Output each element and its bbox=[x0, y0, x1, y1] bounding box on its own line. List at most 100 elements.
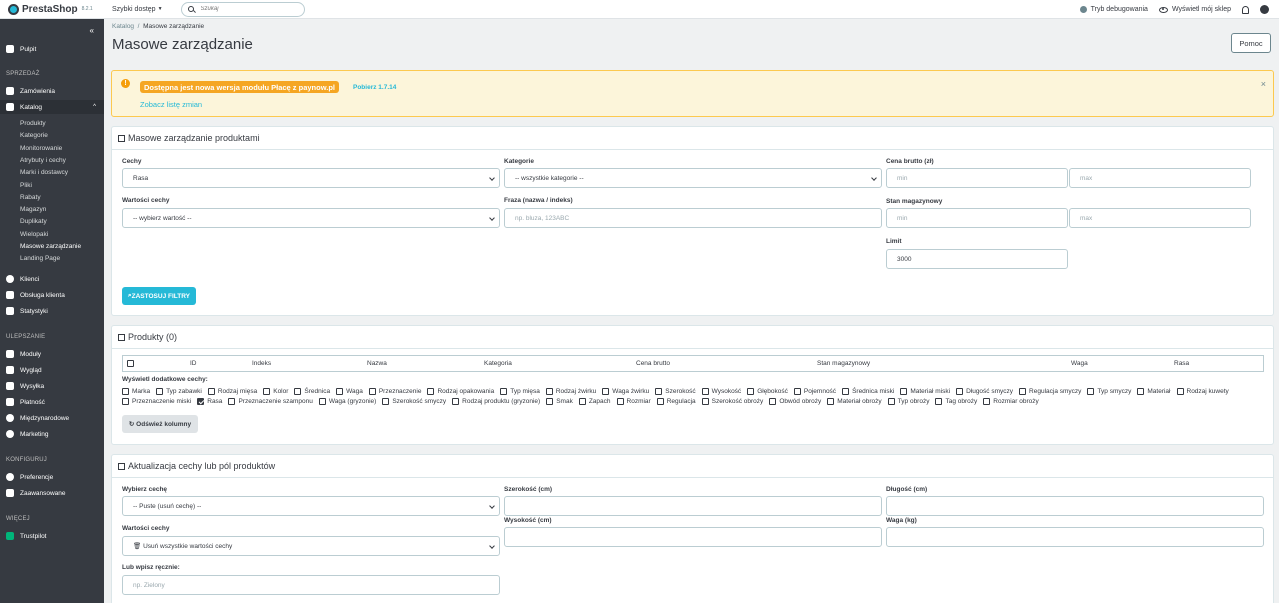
extra-feature-option[interactable]: Rozmiar obroży bbox=[983, 398, 1039, 405]
feature-checkbox[interactable] bbox=[452, 398, 460, 405]
feature-checkbox[interactable] bbox=[935, 398, 943, 405]
extra-feature-option[interactable]: Przeznaczenie miski bbox=[122, 398, 191, 405]
sidebar-subitem[interactable]: Monitorowanie bbox=[20, 145, 62, 152]
feature-checkbox[interactable] bbox=[368, 388, 376, 395]
sidebar-item-preferences[interactable]: Preferencje bbox=[0, 470, 104, 484]
feature-checkbox[interactable] bbox=[197, 398, 205, 405]
extra-feature-option[interactable]: Kolor bbox=[263, 388, 288, 395]
sidebar-subitem[interactable]: Magazyn bbox=[20, 206, 46, 213]
sidebar-subitem[interactable]: Marki i dostawcy bbox=[20, 169, 68, 176]
search-box[interactable] bbox=[180, 1, 305, 17]
feature-checkbox[interactable] bbox=[827, 398, 835, 405]
extra-feature-option[interactable]: Rasa bbox=[197, 398, 222, 405]
column-stock[interactable]: Stan magazynowy bbox=[817, 360, 870, 367]
feature-checkbox[interactable] bbox=[207, 388, 215, 395]
feature-checkbox[interactable] bbox=[318, 398, 326, 405]
column-breed[interactable]: Rasa bbox=[1174, 360, 1189, 367]
sidebar-item-marketing[interactable]: Marketing bbox=[0, 427, 104, 441]
feature-checkbox[interactable] bbox=[793, 388, 801, 395]
extra-feature-option[interactable]: Rozmiar bbox=[616, 398, 651, 405]
sidebar-item-dashboard[interactable]: Pulpit bbox=[0, 42, 104, 56]
debug-mode-link[interactable]: Tryb debugowania bbox=[1079, 6, 1148, 13]
extra-feature-option[interactable]: Waga (gryzonie) bbox=[318, 398, 376, 405]
sidebar-item-orders[interactable]: Zamówienia bbox=[0, 84, 104, 98]
extra-feature-option[interactable]: Waga żwirku bbox=[602, 388, 649, 395]
extra-feature-option[interactable]: Materiał bbox=[1137, 388, 1171, 395]
refresh-columns-button[interactable]: ↻ Odśwież kolumny bbox=[122, 415, 198, 433]
feature-checkbox[interactable] bbox=[228, 398, 236, 405]
sidebar-item-international[interactable]: Międzynarodowe bbox=[0, 411, 104, 425]
sidebar-item-stats[interactable]: Statystyki bbox=[0, 304, 104, 318]
extra-feature-option[interactable]: Przeznaczenie bbox=[368, 388, 421, 395]
feature-checkbox[interactable] bbox=[122, 398, 129, 405]
extra-feature-option[interactable]: Szerokość smyczy bbox=[382, 398, 446, 405]
width-input[interactable] bbox=[504, 496, 882, 516]
price-min-input[interactable]: min bbox=[886, 168, 1068, 188]
feature-checkbox[interactable] bbox=[546, 398, 554, 405]
feature-checkbox[interactable] bbox=[263, 388, 271, 395]
feature-checkbox[interactable] bbox=[156, 388, 164, 395]
stock-max-input[interactable]: max bbox=[1069, 208, 1251, 228]
extra-feature-option[interactable]: Rodzaj produktu (gryzonie) bbox=[452, 398, 540, 405]
extra-feature-option[interactable]: Pojemność bbox=[793, 388, 836, 395]
sidebar-item-trustpilot[interactable]: Trustpilot bbox=[0, 529, 104, 543]
category-select[interactable]: -- wszystkie kategorie -- bbox=[504, 168, 882, 188]
extra-feature-option[interactable]: Typ smyczy bbox=[1087, 388, 1131, 395]
notifications-bell-icon[interactable] bbox=[1242, 5, 1249, 14]
sidebar-item-design[interactable]: Wygląd bbox=[0, 363, 104, 377]
choose-feature-select[interactable]: -- Puste (usuń cechę) -- bbox=[122, 496, 500, 516]
sidebar-item-catalog[interactable]: Katalog ^ bbox=[0, 100, 104, 114]
extra-feature-option[interactable]: Regulacja bbox=[656, 398, 696, 405]
extra-feature-option[interactable]: Typ mięsa bbox=[500, 388, 540, 395]
extra-feature-option[interactable]: Marka bbox=[122, 388, 150, 395]
feature-checkbox[interactable] bbox=[769, 398, 777, 405]
sidebar-subitem[interactable]: Pliki bbox=[20, 182, 32, 189]
feature-checkbox[interactable] bbox=[578, 398, 586, 405]
feature-checkbox[interactable] bbox=[842, 388, 850, 395]
extra-feature-option[interactable]: Waga bbox=[336, 388, 363, 395]
download-link[interactable]: Pobierz 1.7.14 bbox=[353, 84, 396, 91]
feature-checkbox[interactable] bbox=[887, 398, 895, 405]
extra-feature-option[interactable]: Szerokość obroży bbox=[701, 398, 763, 405]
changelog-link[interactable]: Zobacz listę zmian bbox=[140, 100, 202, 109]
sidebar-item-clients[interactable]: Klienci bbox=[0, 272, 104, 286]
extra-feature-option[interactable]: Wysokość bbox=[701, 388, 741, 395]
feature-checkbox[interactable] bbox=[701, 388, 709, 395]
feature-checkbox[interactable] bbox=[294, 388, 302, 395]
feature-checkbox[interactable] bbox=[602, 388, 610, 395]
column-name[interactable]: Nazwa bbox=[367, 360, 387, 367]
sidebar-subitem[interactable]: Rabaty bbox=[20, 194, 41, 201]
limit-input[interactable]: 3000 bbox=[886, 249, 1068, 269]
extra-feature-option[interactable]: Typ obroży bbox=[887, 398, 929, 405]
column-price[interactable]: Cena brutto bbox=[636, 360, 670, 367]
extra-feature-option[interactable]: Smak bbox=[546, 398, 573, 405]
column-index[interactable]: Indeks bbox=[252, 360, 271, 367]
height-input[interactable] bbox=[504, 527, 882, 547]
feature-checkbox[interactable] bbox=[956, 388, 964, 395]
extra-feature-option[interactable]: Rodzaj żwirku bbox=[545, 388, 596, 395]
feature-checkbox[interactable] bbox=[701, 398, 709, 405]
extra-feature-option[interactable]: Zapach bbox=[578, 398, 611, 405]
feature-checkbox[interactable] bbox=[900, 388, 908, 395]
sidebar-subitem[interactable]: Produkty bbox=[20, 120, 46, 127]
feature-checkbox[interactable] bbox=[747, 388, 755, 395]
sidebar-subitem[interactable]: Kategorie bbox=[20, 132, 48, 139]
apply-filters-button[interactable]: ⌕ ZASTOSUJ FILTRY bbox=[122, 287, 196, 305]
column-id[interactable]: ID bbox=[190, 360, 197, 367]
extra-feature-option[interactable]: Średnica miski bbox=[842, 388, 894, 395]
column-category[interactable]: Kategoria bbox=[484, 360, 512, 367]
extra-feature-option[interactable]: Obwód obroży bbox=[769, 398, 821, 405]
user-account-icon[interactable] bbox=[1260, 5, 1269, 14]
logo[interactable]: PrestaShop 8.2.1 bbox=[8, 3, 108, 15]
feature-checkbox[interactable] bbox=[427, 388, 435, 395]
feature-checkbox[interactable] bbox=[1137, 388, 1145, 395]
help-button[interactable]: Pomoc bbox=[1231, 33, 1271, 53]
extra-feature-option[interactable]: Typ zabawki bbox=[156, 388, 202, 395]
feature-checkbox[interactable] bbox=[656, 398, 664, 405]
quick-access-dropdown[interactable]: Szybki dostęp ▼ bbox=[112, 6, 163, 13]
feature-checkbox[interactable] bbox=[1087, 388, 1095, 395]
feature-checkbox[interactable] bbox=[545, 388, 553, 395]
feature-checkbox[interactable] bbox=[1176, 388, 1184, 395]
stock-min-input[interactable]: min bbox=[886, 208, 1068, 228]
extra-feature-option[interactable]: Tag obroży bbox=[935, 398, 977, 405]
